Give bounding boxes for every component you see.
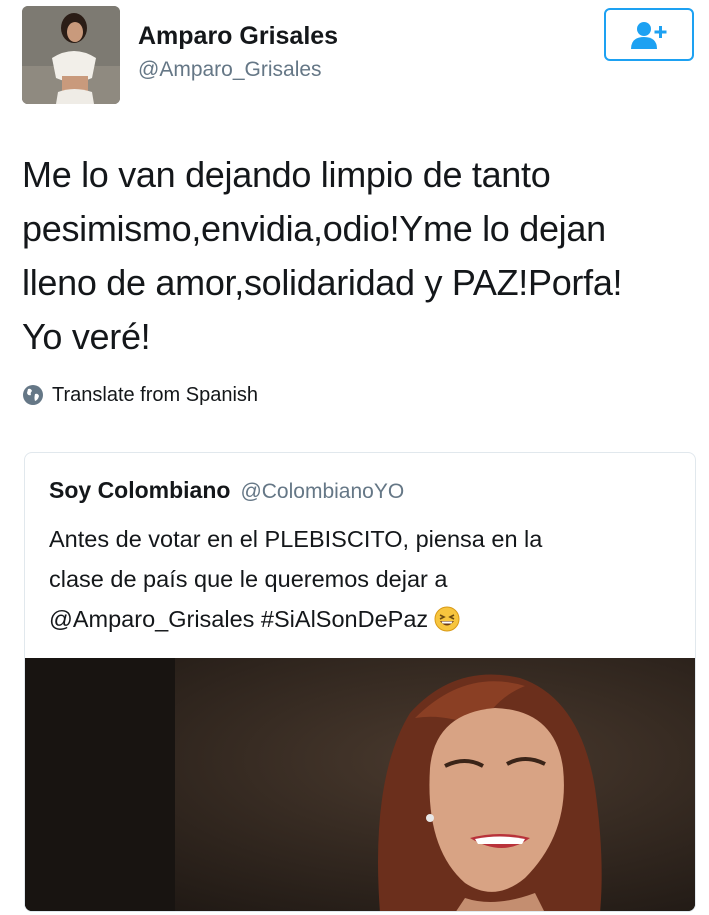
quoted-tweet-line: @Amparo_Grisales #SiAlSonDePaz [49, 606, 429, 632]
woman-portrait-image [25, 658, 695, 911]
author-handle[interactable]: @Amparo_Grisales [138, 58, 322, 82]
translate-label: Translate from Spanish [52, 383, 259, 406]
follow-button[interactable] [604, 8, 694, 61]
avatar[interactable] [22, 6, 120, 104]
tweet-line: Me lo van dejando limpio de tanto [22, 154, 551, 195]
avatar-photo [22, 6, 120, 104]
quoted-tweet-text: Antes de votar en el PLEBISCITO, piensa … [49, 519, 679, 644]
quoted-author-name: Soy Colombiano [49, 477, 231, 503]
tweet-line: lleno de amor,solidaridad y PAZ!Porfa! [22, 262, 623, 303]
grinning-squinting-face-emoji [434, 604, 460, 644]
quoted-tweet-photo[interactable] [25, 658, 695, 911]
tweet-view: Amparo Grisales @Amparo_Grisales Me lo v… [0, 0, 709, 915]
quoted-tweet-line: clase de país que le queremos dejar a [49, 566, 448, 592]
quoted-tweet-card[interactable]: Soy Colombiano @ColombianoYO Antes de vo… [24, 452, 696, 912]
quoted-author-handle: @ColombianoYO [240, 480, 405, 503]
add-user-icon [631, 21, 667, 49]
tweet-text: Me lo van dejando limpio de tanto pesimi… [22, 148, 692, 364]
author-name[interactable]: Amparo Grisales [138, 22, 338, 51]
quoted-tweet-line: Antes de votar en el PLEBISCITO, piensa … [49, 526, 543, 552]
tweet-line: Yo veré! [22, 316, 151, 357]
globe-icon [23, 385, 43, 405]
quoted-tweet-line-with-emoji: @Amparo_Grisales #SiAlSonDePaz [49, 599, 679, 644]
quoted-tweet-header: Soy Colombiano @ColombianoYO [49, 477, 404, 504]
tweet-line: pesimismo,envidia,odio!Yme lo dejan [22, 208, 606, 249]
translate-link[interactable]: Translate from Spanish [22, 380, 258, 410]
